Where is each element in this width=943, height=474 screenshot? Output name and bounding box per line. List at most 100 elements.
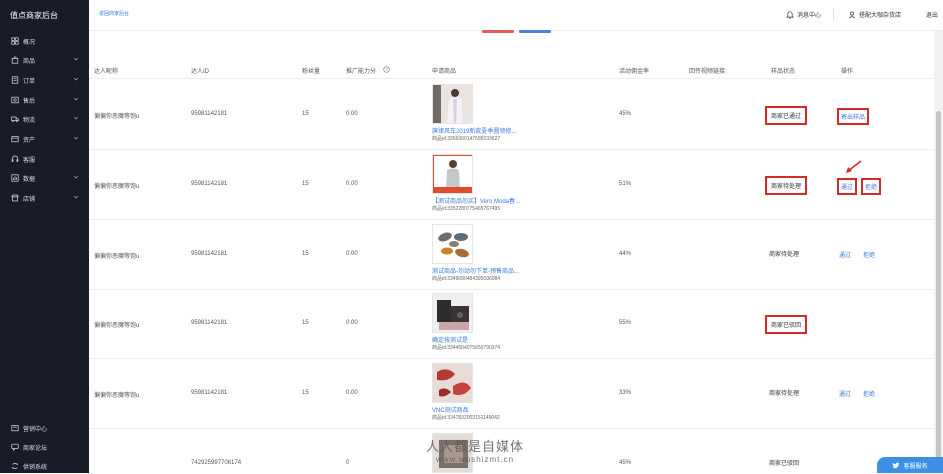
product-name-link[interactable]: 确定按测试是 xyxy=(432,335,542,344)
fans-count: 15 xyxy=(302,111,309,117)
sample-status: 商家待处理 xyxy=(769,391,800,397)
product-id: 商品id:3344504075650790374 xyxy=(432,345,501,351)
talent-id: 95981142181 xyxy=(191,390,228,396)
watermark-line1: 人人都是自媒体 xyxy=(425,439,524,454)
twitter-bird-icon xyxy=(892,462,901,468)
product-thumbnail[interactable] xyxy=(432,224,473,264)
action-reject-button[interactable]: 拒绝 xyxy=(861,387,877,400)
back-to-merchant-link[interactable]: 返回商家后台 xyxy=(99,10,129,17)
account-menu[interactable]: 搭配大咖杂货店 xyxy=(848,10,901,19)
product-thumbnail[interactable] xyxy=(432,363,473,403)
action-approve-button[interactable]: 通过 xyxy=(837,248,853,261)
chevron-down-icon xyxy=(73,96,79,102)
action-reject-button[interactable]: 拒绝 xyxy=(861,178,882,195)
sidebar-item-1[interactable]: 商品 xyxy=(0,52,89,68)
action-send-sample-button[interactable]: 寄出样品 xyxy=(837,108,870,125)
sidebar-item-6[interactable]: 客服 xyxy=(0,151,89,167)
customer-service-button[interactable]: 客服服务 xyxy=(877,457,943,473)
product-id: 商品id:3347832003151149042 xyxy=(432,415,500,421)
top-bar: 返回商家后台 消息中心 搭配大咖杂货店 退出 xyxy=(89,0,943,33)
commission-rate: 45% xyxy=(619,460,632,466)
sample-status: 商家已通过 xyxy=(765,106,808,125)
talent-id: 95981142181 xyxy=(191,111,228,117)
grid-icon xyxy=(10,37,19,46)
row-divider xyxy=(89,289,934,290)
supply-icon xyxy=(10,462,19,471)
talent-nickname: 偏偏你恶魔等饱u xyxy=(94,184,140,190)
action-approve-button[interactable]: 通过 xyxy=(837,387,853,400)
talent-nickname: 偏偏你恶魔等饱u xyxy=(94,323,140,329)
product-name-link[interactable]: 【测试商品勿买】Vero Moda春... xyxy=(432,196,542,205)
sidebar-item-label: 资产 xyxy=(23,137,36,144)
column-header-3: 推广能力分 xyxy=(346,69,377,75)
fans-count: 15 xyxy=(302,390,309,396)
column-header-1: 达人ID xyxy=(191,69,210,75)
scrollbar[interactable] xyxy=(934,31,943,473)
product-thumbnail[interactable] xyxy=(432,293,473,333)
column-header-7: 样品状态 xyxy=(771,69,796,75)
sidebar-item-5[interactable]: 资产 xyxy=(0,131,89,147)
chevron-down-icon xyxy=(73,56,79,62)
product-name-link[interactable]: VNC测试商品 xyxy=(432,405,542,414)
commission-rate: 44% xyxy=(619,251,632,257)
header-divider xyxy=(89,78,934,79)
sidebar-bottom-item-1[interactable]: 商家论坛 xyxy=(0,439,89,455)
sidebar-bottom-item-0[interactable]: 营销中心 xyxy=(0,420,89,436)
row-divider xyxy=(89,149,934,150)
product-id: 商品id:3349090484395096084 xyxy=(432,276,501,282)
sidebar-item-label: 物流 xyxy=(23,117,36,124)
product-thumbnail[interactable] xyxy=(432,84,473,124)
fans-count: 15 xyxy=(302,181,309,187)
logout-button[interactable]: 退出 xyxy=(926,10,938,19)
product-thumbnail[interactable] xyxy=(432,154,473,194)
sidebar-item-7[interactable]: 数据 xyxy=(0,170,89,186)
sidebar-item-label: 售后 xyxy=(23,98,36,105)
product-name-link[interactable]: 旗律风车2019新款夏季圆领修... xyxy=(432,126,542,135)
action-approve-button[interactable]: 通过 xyxy=(837,178,858,195)
aftersale-icon xyxy=(10,96,19,105)
marketing-icon xyxy=(10,424,19,433)
message-center[interactable]: 消息中心 xyxy=(786,10,821,19)
sidebar-item-2[interactable]: 订单 xyxy=(0,72,89,88)
sidebar-bottom-item-2[interactable]: 供销系统 xyxy=(0,458,89,474)
promotion-score: 0.00 xyxy=(346,251,358,257)
commission-rate: 55% xyxy=(619,320,632,326)
sidebar-item-4[interactable]: 物流 xyxy=(0,111,89,127)
talent-nickname: 偏偏你恶魔等饱u xyxy=(94,114,140,120)
row-divider xyxy=(89,358,934,359)
sidebar-item-0[interactable]: 概况 xyxy=(0,33,89,49)
sidebar-item-3[interactable]: 售后 xyxy=(0,92,89,108)
talent-id: 95981142181 xyxy=(191,251,228,257)
talent-id: 742925997706174 xyxy=(191,460,242,466)
action-reject-button[interactable]: 拒绝 xyxy=(861,248,877,261)
account-name: 搭配大咖杂货店 xyxy=(859,13,902,19)
app-title: 值点商家后台 xyxy=(10,11,58,20)
divider xyxy=(833,9,834,20)
scroll-thumb[interactable] xyxy=(936,111,941,471)
svg-text:?: ? xyxy=(385,67,388,72)
product-name-link[interactable]: 测试商品-勿动勿下单-预售商品... xyxy=(432,266,542,275)
sample-status: 商家待处理 xyxy=(769,252,800,258)
fans-count: 15 xyxy=(302,320,309,326)
store-icon xyxy=(10,194,19,203)
sidebar-bottom-label: 供销系统 xyxy=(23,464,48,471)
chevron-down-icon xyxy=(73,174,79,180)
sidebar-item-label: 商品 xyxy=(23,58,36,65)
help-icon[interactable]: ? xyxy=(383,66,390,75)
sidebar-item-label: 客服 xyxy=(23,157,36,164)
user-icon xyxy=(848,11,856,18)
order-icon xyxy=(10,76,19,85)
commission-rate: 45% xyxy=(619,111,632,117)
truck-icon xyxy=(10,115,19,124)
forum-icon xyxy=(10,443,19,452)
sidebar-item-8[interactable]: 店铺 xyxy=(0,190,89,206)
talent-id: 95981142181 xyxy=(191,320,228,326)
annotation-arrow xyxy=(846,160,862,173)
column-header-8: 操作 xyxy=(841,69,854,75)
sidebar-item-label: 订单 xyxy=(23,78,36,85)
sidebar: 值点商家后台 概况商品订单售后物流资产客服数据店铺 营销中心商家论坛供销系统 xyxy=(0,0,89,473)
chevron-down-icon xyxy=(73,194,79,200)
promotion-score: 0.00 xyxy=(346,390,358,396)
customer-service-label: 客服服务 xyxy=(903,463,928,470)
sample-status: 商家待处理 xyxy=(765,176,808,195)
